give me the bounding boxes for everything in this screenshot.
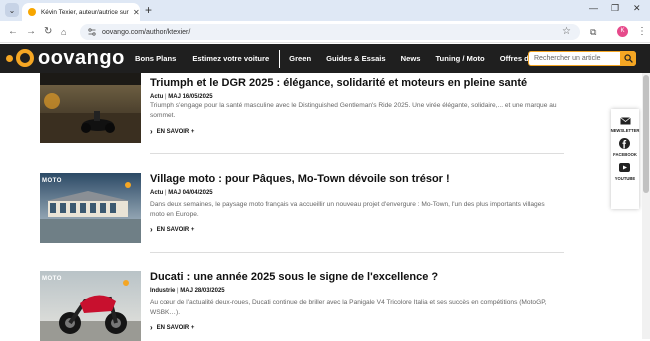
back-icon[interactable]: ← [8, 26, 18, 38]
search-button[interactable] [620, 51, 636, 66]
facebook-label: FACEBOOK [613, 152, 637, 157]
menu-item-bons-plans[interactable]: Bons Plans [135, 54, 176, 63]
share-sidebar: NEWSLETTER FACEBOOK YOUTUBE [611, 109, 639, 209]
scrollbar-thumb[interactable] [643, 75, 649, 193]
extensions-icon[interactable]: ⧉ [590, 26, 596, 38]
article-category[interactable]: Actu [150, 190, 163, 196]
logo-dot-icon [6, 54, 13, 62]
article-excerpt: Triumph s'engage pour la santé masculine… [150, 102, 557, 119]
page-scrollbar[interactable] [642, 73, 650, 339]
profile-avatar[interactable]: K [617, 26, 628, 37]
chevron-right-icon: › [150, 225, 153, 234]
menu-item-guides[interactable]: Guides & Essais [326, 54, 386, 63]
mail-icon [619, 117, 631, 125]
address-bar[interactable]: oovango.com/author/ktexier/ [80, 24, 580, 40]
article-category[interactable]: Actu [150, 94, 163, 100]
article-thumbnail[interactable] [40, 73, 141, 143]
forward-icon[interactable]: → [26, 26, 36, 38]
article-divider [150, 153, 564, 154]
article-thumbnail[interactable]: MOTO [40, 173, 141, 243]
site-info-icon[interactable] [88, 28, 96, 36]
facebook-icon [619, 138, 631, 149]
article-card: MOTO Village moto : pour Pâques, Mo-Town… [40, 173, 570, 243]
article-thumbnail[interactable]: MOTO [40, 271, 141, 341]
bookmark-star-icon[interactable]: ☆ [562, 26, 571, 38]
browser-tab-strip: ⌄ Kévin Texier, auteur/autrice sur ✕ + —… [0, 0, 650, 21]
article-title[interactable]: Village moto : pour Pâques, Mo-Town dévo… [150, 173, 570, 186]
menu-item-tuning-moto[interactable]: Tuning / Moto [435, 54, 484, 63]
site-favicon-icon [28, 8, 36, 16]
article-meta: Industrie | MAJ 28/03/2025 [150, 288, 225, 294]
read-more-label: EN SAVOIR + [156, 226, 195, 233]
tab-title: Kévin Texier, auteur/autrice sur [41, 8, 129, 16]
url-text: oovango.com/author/ktexier/ [102, 28, 191, 36]
article-card: Triumph et le DGR 2025 : élégance, solid… [40, 73, 570, 143]
youtube-label: YOUTUBE [614, 176, 636, 181]
browser-toolbar: ← → ↻ ⌂ oovango.com/author/ktexier/ ☆ ⧉ … [0, 21, 650, 43]
youtube-link[interactable]: YOUTUBE [615, 162, 635, 181]
article-title[interactable]: Ducati : une année 2025 sous le signe de… [150, 271, 570, 284]
article-card: MOTO Ducati : une année 2025 sous le sig… [40, 271, 570, 341]
category-badge: MOTO [42, 178, 62, 184]
article-divider [150, 252, 564, 253]
maximize-icon[interactable]: ❐ [611, 3, 619, 14]
article-category[interactable]: Industrie [150, 288, 175, 294]
tab-search-button[interactable]: ⌄ [5, 3, 19, 17]
site-logo[interactable]: oovango [6, 48, 125, 68]
new-tab-button[interactable]: + [145, 3, 152, 17]
read-more-link[interactable]: › EN SAVOIR + [150, 127, 194, 136]
site-header: oovango Bons Plans Estimez votre voiture… [0, 44, 650, 73]
read-more-label: EN SAVOIR + [156, 324, 195, 331]
menu-item-green[interactable]: Green [289, 54, 311, 63]
close-tab-icon[interactable]: ✕ [133, 8, 140, 17]
search-icon [623, 54, 633, 63]
article-date: MAJ 16/05/2025 [168, 94, 213, 100]
main-menu: Bons Plans Estimez votre voiture Green G… [135, 44, 555, 73]
newsletter-link[interactable]: NEWSLETTER [610, 117, 640, 133]
browser-tab[interactable]: Kévin Texier, auteur/autrice sur ✕ [22, 3, 140, 21]
menu-item-estimez[interactable]: Estimez votre voiture [192, 54, 269, 63]
newsletter-label: NEWSLETTER [610, 128, 640, 133]
article-date: MAJ 04/04/2025 [168, 190, 213, 196]
article-excerpt: Au cœur de l'actualité deux-roues, Ducat… [150, 299, 547, 316]
logo-text: oovango [38, 47, 125, 69]
chevron-right-icon: › [150, 127, 153, 136]
article-meta: Actu | MAJ 04/04/2025 [150, 190, 213, 196]
search-input[interactable]: Rechercher un article [528, 51, 636, 66]
reload-icon[interactable]: ↻ [44, 26, 52, 38]
menu-item-news[interactable]: News [401, 54, 421, 63]
read-more-link[interactable]: › EN SAVOIR + [150, 323, 194, 332]
article-title[interactable]: Triumph et le DGR 2025 : élégance, solid… [150, 77, 570, 90]
facebook-link[interactable]: FACEBOOK [613, 138, 637, 157]
category-badge: MOTO [42, 276, 62, 282]
youtube-icon [619, 163, 631, 172]
article-date: MAJ 28/03/2025 [180, 288, 225, 294]
read-more-link[interactable]: › EN SAVOIR + [150, 225, 194, 234]
search-placeholder: Rechercher un article [534, 55, 601, 62]
browser-menu-icon[interactable]: ⋮ [637, 26, 647, 38]
chevron-right-icon: › [150, 323, 153, 332]
minimize-icon[interactable]: — [589, 3, 598, 13]
home-icon[interactable]: ⌂ [61, 26, 66, 38]
close-window-icon[interactable]: ✕ [633, 3, 641, 14]
read-more-label: EN SAVOIR + [156, 128, 195, 135]
article-meta: Actu | MAJ 16/05/2025 [150, 94, 213, 100]
logo-ring-icon [16, 49, 34, 67]
article-excerpt: Dans deux semaines, le paysage moto fran… [150, 201, 545, 218]
menu-divider [279, 49, 281, 68]
